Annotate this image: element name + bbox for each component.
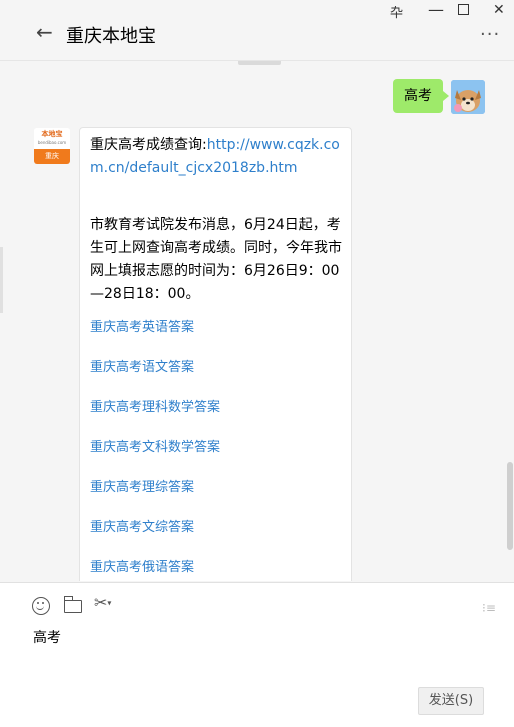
answer-link-arts-math[interactable]: 重庆高考文科数学答案	[90, 436, 220, 455]
timestamp-pill	[238, 61, 281, 65]
answer-link-arts-comprehensive[interactable]: 重庆高考文综答案	[90, 516, 194, 535]
answer-link-chinese[interactable]: 重庆高考语文答案	[90, 356, 194, 375]
logo-city-text: 重庆	[34, 149, 70, 164]
send-button[interactable]: 发送(S)	[418, 687, 484, 715]
chat-history[interactable]: 高考 本地宝 bendibao.com 重庆 重庆高考成绩查询:http://w…	[0, 61, 514, 581]
answer-link-science-math[interactable]: 重庆高考理科数学答案	[90, 396, 220, 415]
maximize-icon[interactable]	[458, 4, 469, 15]
my-avatar[interactable]	[451, 80, 485, 114]
received-message-bubble: 重庆高考成绩查询:http://www.cqzk.com.cn/default_…	[79, 127, 352, 581]
left-edge-marker	[0, 247, 3, 313]
message-input[interactable]: 高考	[33, 627, 61, 647]
intro-paragraph: 重庆高考成绩查询:http://www.cqzk.com.cn/default_…	[90, 134, 345, 180]
chat-title: 重庆本地宝	[66, 26, 156, 47]
chat-scrollbar[interactable]	[507, 462, 513, 550]
more-options-icon[interactable]: ···	[480, 26, 500, 44]
chevron-down-icon[interactable]: ▾	[107, 599, 111, 608]
scissors-icon[interactable]: ✂▾	[94, 595, 111, 611]
answer-link-russian[interactable]: 重庆高考俄语答案	[90, 556, 194, 575]
notice-paragraph: 市教育考试院发布消息，6月24日起，考生可上网查询高考成绩。同时，今年我市网上填…	[90, 217, 342, 302]
answer-link-english[interactable]: 重庆高考英语答案	[90, 316, 194, 335]
title-bar: 卆 — ✕ ← 重庆本地宝 ···	[0, 0, 514, 61]
intro-prefix: 重庆高考成绩查询:	[90, 137, 207, 153]
logo-url-text: bendibao.com	[37, 140, 67, 145]
back-arrow-icon[interactable]: ←	[36, 22, 53, 42]
logo-text: 本地宝	[34, 128, 70, 149]
minimize-icon[interactable]: —	[428, 0, 444, 19]
emoji-icon[interactable]	[32, 597, 50, 615]
answer-link-science-comprehensive[interactable]: 重庆高考理综答案	[90, 476, 194, 495]
composer: ✂▾ ⁝≡ 高考 发送(S)	[0, 582, 514, 727]
dog-avatar-image	[451, 80, 485, 114]
chat-history-icon[interactable]: ⁝≡	[482, 601, 496, 615]
official-account-avatar[interactable]: 本地宝 bendibao.com 重庆	[34, 128, 70, 164]
folder-icon[interactable]	[64, 596, 82, 613]
my-message-bubble[interactable]: 高考	[393, 79, 449, 113]
pin-icon[interactable]: 卆	[390, 2, 403, 21]
close-icon[interactable]: ✕	[493, 2, 505, 18]
